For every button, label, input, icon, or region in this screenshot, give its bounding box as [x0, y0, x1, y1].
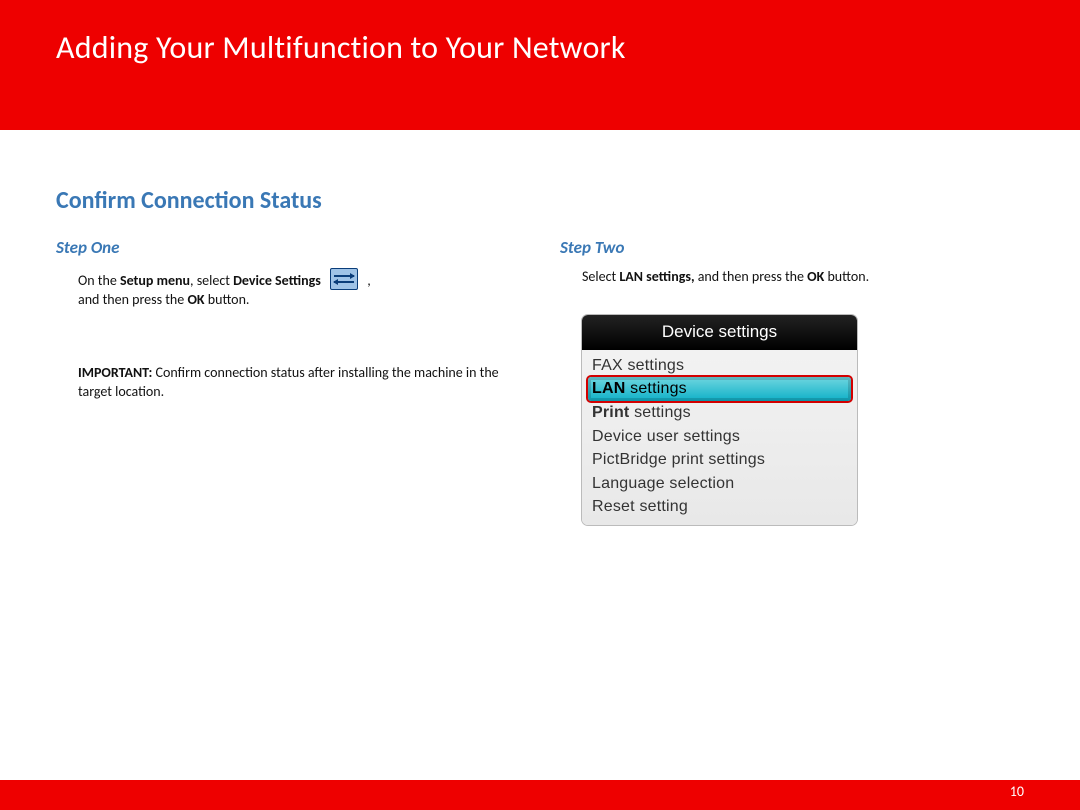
text: and then press the	[78, 291, 187, 308]
step-two-body: Select LAN settings, and then press the …	[560, 268, 1024, 525]
step-one-heading: Step One	[56, 237, 520, 258]
menu-item-fax-settings[interactable]: FAX settings	[588, 354, 851, 378]
menu-item-lan-settings[interactable]: LAN settings	[588, 377, 851, 401]
menu-item-pictbridge-print-settings[interactable]: PictBridge print settings	[588, 448, 851, 472]
text-bold: Device Settings	[233, 272, 321, 289]
text: On the	[78, 272, 120, 289]
text: , select	[190, 272, 233, 289]
step-one-body: On the Setup menu, select Device Setting…	[56, 268, 520, 402]
text: Select	[582, 268, 619, 285]
page-number: 10	[1010, 783, 1024, 800]
text: button.	[824, 268, 869, 285]
menu-item-print-settings[interactable]: Print settings	[588, 401, 851, 425]
device-menu-list: FAX settings LAN settings Print settings…	[582, 350, 857, 525]
text-bold: Print	[592, 404, 629, 421]
step-two-column: Step Two Select LAN settings, and then p…	[560, 237, 1024, 525]
slide-header: Adding Your Multifunction to Your Networ…	[56, 28, 1024, 128]
text: settings	[629, 404, 690, 421]
section-title: Confirm Connection Status	[56, 186, 1024, 215]
text-bold: IMPORTANT:	[78, 364, 152, 381]
menu-item-reset-setting[interactable]: Reset setting	[588, 495, 851, 519]
step-one-column: Step One On the Setup menu, select Devic…	[56, 237, 520, 525]
menu-item-language-selection[interactable]: Language selection	[588, 472, 851, 496]
text: and then press the	[695, 268, 808, 285]
text-bold: LAN settings,	[619, 268, 694, 285]
text-bold: LAN	[592, 380, 625, 397]
text: ,	[364, 272, 371, 289]
slide-content: Confirm Connection Status Step One On th…	[0, 130, 1080, 780]
step-two-heading: Step Two	[560, 237, 1024, 258]
menu-item-device-user-settings[interactable]: Device user settings	[588, 425, 851, 449]
page-title: Adding Your Multifunction to Your Networ…	[56, 28, 1024, 67]
text-bold: OK	[807, 268, 824, 285]
device-settings-menu: Device settings FAX settings LAN setting…	[582, 315, 857, 525]
text: settings	[625, 380, 686, 397]
important-note: IMPORTANT: Confirm connection status aft…	[78, 364, 510, 402]
text-bold: OK	[187, 291, 204, 308]
text-bold: Setup menu	[120, 272, 190, 289]
slide-page: Adding Your Multifunction to Your Networ…	[0, 0, 1080, 810]
text: button.	[205, 291, 250, 308]
device-menu-title: Device settings	[582, 315, 857, 350]
steps-row: Step One On the Setup menu, select Devic…	[56, 237, 1024, 525]
device-settings-icon	[330, 268, 358, 290]
